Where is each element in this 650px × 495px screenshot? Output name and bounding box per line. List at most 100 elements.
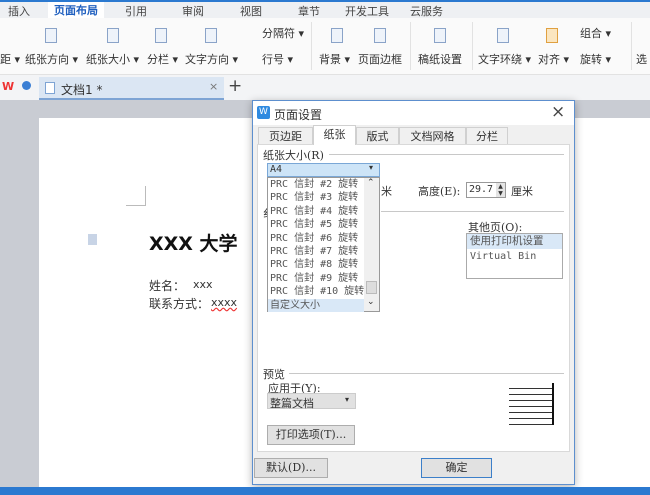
name-label: 姓名：	[149, 279, 186, 293]
tab-document-grid[interactable]: 文档网格	[399, 127, 466, 145]
paper-size-dropdown[interactable]: PRC 信封 #2 旋转 PRC 信封 #3 旋转 PRC 信封 #4 旋转 PRC …	[267, 177, 380, 312]
dropdown-option[interactable]: PRC 信封 #6 旋转	[268, 232, 364, 245]
ok-button[interactable]: 确定	[421, 458, 492, 478]
tab-layout[interactable]: 版式	[356, 127, 399, 145]
text-direction-icon	[205, 28, 217, 43]
rotate-button[interactable]: 旋转 ▾	[580, 51, 611, 67]
text-wrap-icon	[497, 28, 509, 43]
divider	[381, 211, 564, 212]
menu-review[interactable]: 审阅	[182, 3, 204, 19]
document-heading: XXX 大学	[149, 233, 238, 255]
paragraph-icon[interactable]	[88, 234, 97, 245]
menu-page-layout[interactable]: 页面布局	[48, 2, 104, 19]
list-item[interactable]: Virtual Bin	[467, 249, 562, 264]
orientation-icon	[45, 28, 57, 43]
columns-icon	[155, 28, 167, 43]
chevron-down-icon: ▾	[369, 163, 374, 172]
apply-to-select[interactable]: 整篇文档 ▾	[267, 393, 356, 410]
ribbon: 距 ▾ 纸张方向 ▾ 纸张大小 ▾ 分栏 ▾ 文字方向 ▾ 分隔符 ▾ 行号 ▾…	[0, 18, 650, 75]
select-button[interactable]: 选	[636, 51, 647, 67]
menu-insert[interactable]: 插入	[8, 3, 30, 19]
menu-dev-tools[interactable]: 开发工具	[345, 3, 389, 19]
contact-label: 联系方式：	[149, 297, 210, 311]
orientation-button[interactable]: 纸张方向 ▾	[25, 51, 78, 67]
name-value: xxx	[193, 278, 213, 291]
page-border-button[interactable]: 页面边框	[358, 51, 402, 67]
list-item[interactable]: 使用打印机设置	[467, 234, 562, 249]
text-wrap-button[interactable]: 文字环绕 ▾	[478, 51, 531, 67]
scroll-up-icon[interactable]: ⌃	[367, 178, 375, 188]
breaks-button[interactable]: 分隔符 ▾	[262, 25, 304, 41]
dropdown-option[interactable]: PRC 信封 #7 旋转	[268, 245, 364, 258]
manuscript-button[interactable]: 稿纸设置	[418, 51, 462, 67]
width-unit-stub: 米	[381, 185, 392, 198]
tab-bar: W 文档1 * × +	[0, 75, 650, 100]
paper-size-value: A4	[270, 164, 283, 175]
preview-thumbnail	[509, 383, 554, 425]
print-options-button[interactable]: 打印选项(T)...	[267, 425, 355, 445]
tab-columns[interactable]: 分栏	[466, 127, 508, 145]
page-setup-dialog: W 页面设置 × 页边距 纸张 版式 文档网格 分栏 纸张大小(R) A4 ▾ …	[252, 100, 575, 485]
dropdown-option[interactable]: PRC 信封 #5 旋转	[268, 218, 364, 231]
height-input[interactable]: 29.7 ▲ ▼	[466, 182, 506, 198]
wps-logo-icon: W	[2, 80, 15, 93]
background-button[interactable]: 背景 ▾	[319, 51, 350, 67]
divider	[410, 22, 411, 70]
tab-document[interactable]: 文档1 * ×	[39, 77, 224, 100]
divider	[329, 154, 564, 155]
height-label: 高度(E):	[418, 185, 461, 198]
apply-to-value: 整篇文档	[270, 397, 314, 410]
height-spinner[interactable]: ▲ ▼	[496, 183, 505, 197]
scroll-down-icon[interactable]: ⌄	[367, 297, 375, 307]
paper-size-label: 纸张大小(R)	[263, 149, 324, 162]
app-icon: W	[257, 106, 270, 119]
group-button[interactable]: 组合 ▾	[580, 25, 611, 41]
tab-margins[interactable]: 页边距	[258, 127, 313, 145]
manuscript-icon	[434, 28, 446, 43]
divider	[289, 373, 564, 374]
columns-button[interactable]: 分栏 ▾	[147, 51, 178, 67]
tab-label: 文档1 *	[61, 83, 103, 97]
dropdown-option[interactable]: PRC 信封 #3 旋转	[268, 191, 364, 204]
menu-view[interactable]: 视图	[240, 3, 262, 19]
dropdown-option[interactable]: PRC 信封 #9 旋转	[268, 272, 364, 285]
text-direction-button[interactable]: 文字方向 ▾	[185, 51, 238, 67]
divider	[311, 22, 312, 70]
tab-paper[interactable]: 纸张	[313, 125, 356, 145]
margins-button[interactable]: 距 ▾	[0, 51, 20, 67]
paper-size-icon	[107, 28, 119, 43]
divider	[631, 22, 632, 70]
dialog-title: 页面设置	[274, 108, 323, 122]
close-icon[interactable]: ×	[551, 102, 565, 122]
align-button[interactable]: 对齐 ▾	[538, 51, 569, 67]
menu-cloud[interactable]: 云服务	[410, 3, 443, 19]
dialog-titlebar: W 页面设置 ×	[253, 101, 574, 125]
other-pages-list[interactable]: 使用打印机设置 Virtual Bin	[466, 233, 563, 279]
margin-corner-mark	[126, 186, 146, 206]
dropdown-option[interactable]: PRC 信封 #2 旋转	[268, 178, 364, 191]
background-icon	[331, 28, 343, 43]
contact-value: xxxx	[211, 296, 238, 309]
height-value: 29.7	[469, 184, 494, 195]
dropdown-option[interactable]: PRC 信封 #10 旋转	[268, 285, 364, 298]
cloud-icon	[22, 81, 31, 90]
dropdown-option[interactable]: PRC 信封 #4 旋转	[268, 205, 364, 218]
menu-chapter[interactable]: 章节	[298, 3, 320, 19]
status-bar	[0, 487, 650, 495]
menu-references[interactable]: 引用	[125, 3, 147, 19]
paper-size-button[interactable]: 纸张大小 ▾	[86, 51, 139, 67]
height-unit[interactable]: 厘米	[511, 183, 533, 199]
page-border-icon	[374, 28, 386, 43]
close-tab-icon[interactable]: ×	[209, 80, 218, 93]
line-numbers-button[interactable]: 行号 ▾	[262, 51, 293, 67]
new-tab-button[interactable]: +	[228, 76, 242, 96]
dropdown-option[interactable]: PRC 信封 #8 旋转	[268, 258, 364, 271]
dropdown-option[interactable]: 自定义大小	[268, 298, 364, 312]
menu-bar: 插入 页面布局 引用 审阅 视图 章节 开发工具 云服务	[0, 0, 650, 19]
chevron-down-icon: ▾	[345, 395, 350, 404]
scroll-thumb[interactable]	[366, 281, 377, 294]
default-button[interactable]: 默认(D)...	[254, 458, 328, 478]
paper-size-select[interactable]: A4 ▾	[267, 163, 380, 177]
dropdown-scrollbar[interactable]: ⌃ ⌄	[364, 178, 379, 311]
document-icon	[45, 82, 55, 94]
